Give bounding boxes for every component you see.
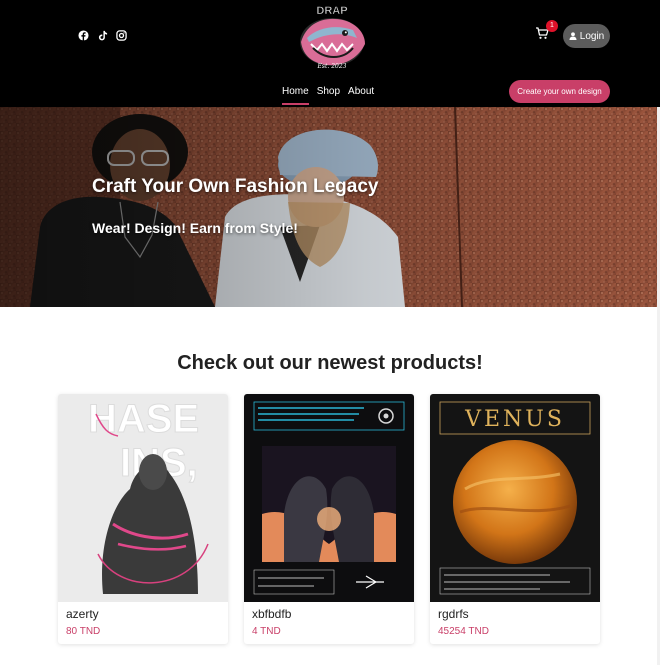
product-card[interactable]: HASE INS, azerty 80 TND	[58, 394, 228, 644]
social-links	[78, 30, 127, 41]
product-image[interactable]: VENUS	[430, 394, 600, 602]
instagram-icon[interactable]	[116, 30, 127, 41]
product-price: 45254 TND	[438, 626, 489, 637]
site-header: DRAP Est. 2023 1 Login Home Shop About C…	[0, 0, 660, 107]
product-name[interactable]: rgdrfs	[438, 607, 469, 621]
login-button[interactable]: Login	[563, 24, 610, 48]
svg-text:VENUS: VENUS	[464, 407, 565, 432]
product-price: 80 TND	[66, 626, 101, 637]
facebook-icon[interactable]	[78, 30, 89, 41]
product-name[interactable]: xbfbdfb	[252, 607, 291, 621]
hero-subtitle: Wear! Design! Earn from Style!	[92, 220, 298, 236]
svg-text:HASE: HASE	[88, 397, 199, 441]
logo-brand-text: DRAP	[316, 5, 347, 17]
nav-home[interactable]: Home	[282, 86, 309, 105]
product-price: 4 TND	[252, 626, 281, 637]
product-card[interactable]: VENUS rgdrfs 45254 TND	[430, 394, 600, 644]
nav-shop[interactable]: Shop	[317, 86, 340, 102]
product-image[interactable]: HASE INS,	[58, 394, 228, 602]
product-image[interactable]	[244, 394, 414, 602]
hero-image	[0, 107, 660, 307]
brand-logo[interactable]: DRAP Est. 2023	[295, 2, 369, 72]
logo-est-text: Est. 2023	[317, 63, 347, 70]
login-label: Login	[579, 30, 605, 42]
create-design-button[interactable]: Create your own design	[509, 80, 610, 103]
cart-count-badge: 1	[546, 20, 558, 32]
tiktok-icon[interactable]	[97, 30, 108, 41]
product-name[interactable]: azerty	[66, 607, 99, 621]
hero-title: Craft Your Own Fashion Legacy	[92, 176, 379, 197]
user-icon	[569, 32, 577, 40]
product-card[interactable]: xbfbdfb 4 TND	[244, 394, 414, 644]
section-title: Check out our newest products!	[177, 352, 483, 374]
nav-about[interactable]: About	[348, 86, 374, 102]
main-nav: Home Shop About	[282, 86, 374, 105]
hero-banner	[0, 107, 660, 307]
